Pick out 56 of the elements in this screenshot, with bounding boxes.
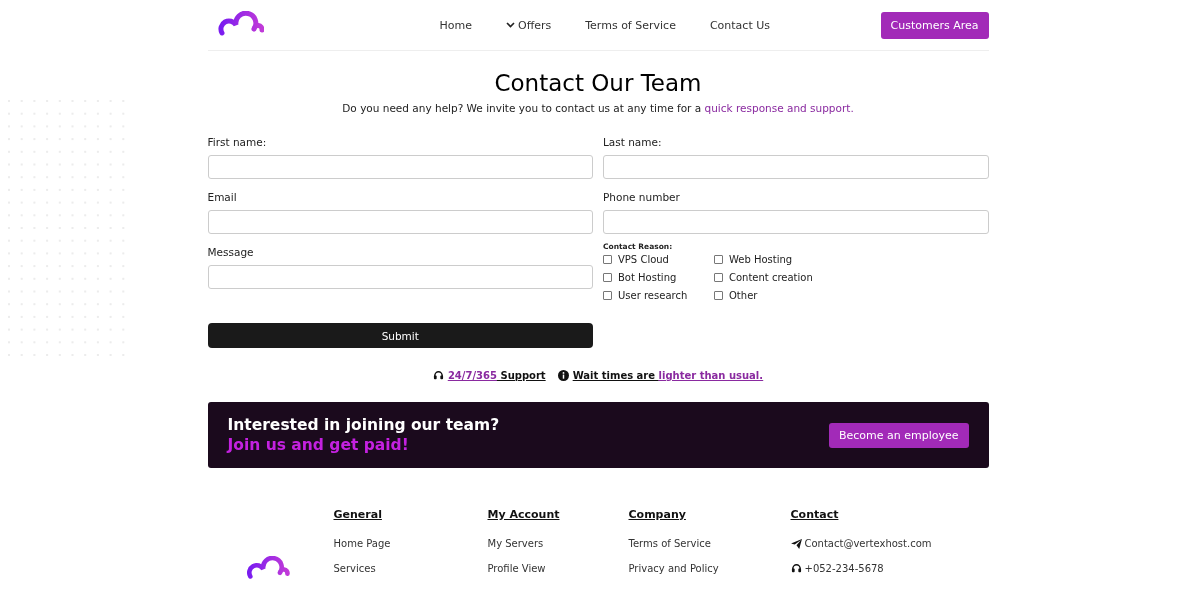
headset-icon [790,563,802,574]
nav-link[interactable]: Home [439,18,472,32]
footer-heading: Company [628,508,687,521]
footer-link[interactable]: +052-234-5678 [804,563,884,574]
input-field[interactable] [603,155,989,179]
support-link[interactable]: quick response and support. [704,102,854,114]
wait-times-note: Wait times are lighter than usual. [572,370,764,381]
checkbox[interactable] [714,273,723,282]
footer-link[interactable]: Profile View [487,563,546,574]
chevron-down-icon [506,22,515,28]
nav-link[interactable]: Terms of Service [585,18,676,32]
footer-link[interactable]: Services [333,563,376,574]
checkbox[interactable] [603,291,612,300]
nav-link[interactable]: Offers [506,18,552,32]
checkbox-label: User research [618,290,688,301]
field-label: Message [207,246,255,258]
checkbox-label: Bot Hosting [618,272,677,283]
field-label: First name: [207,136,268,148]
footer-link[interactable]: Contact@vertexhost.com [804,538,932,549]
paper-plane-icon [790,538,802,549]
field-label: Last name: [603,136,663,148]
page-title: Contact Our Team [493,70,703,96]
submit-button[interactable]: Submit [207,323,593,348]
logo-icon[interactable] [215,11,264,39]
checkbox[interactable] [603,273,612,282]
customers-area-button[interactable]: Customers Area [880,11,989,39]
footer-link[interactable]: Home Page [333,538,391,549]
wait-times-link[interactable]: lighter than usual. [658,370,764,381]
checkbox[interactable] [714,291,723,300]
footer-link[interactable]: Privacy and Policy [628,563,719,574]
field-label: Email [207,191,238,203]
banner-subtitle: Join us and get paid! [227,436,410,454]
footer-heading: General [333,508,383,521]
intro-text: Do you need any help? We invite you to contact us at any time for a quick response and support. [341,102,855,114]
banner-title: Interested in joining our team? [227,416,500,434]
footer-heading: Contact [790,508,840,521]
input-field[interactable] [207,210,593,234]
checkbox-label: Other [729,290,758,301]
nav-link[interactable]: Contact Us [709,18,770,32]
support-hours-link[interactable]: 24/7/365 [447,370,497,381]
input-field[interactable] [603,210,989,234]
become-employee-button[interactable]: Become an employee [828,422,969,448]
info-icon [557,370,569,381]
field-label: Phone number [603,191,681,203]
footer-link[interactable]: My Servers [487,538,544,549]
checkbox[interactable] [603,255,612,264]
support-note: 24/7/365 Support [447,370,546,381]
checkbox-label: Web Hosting [729,254,793,265]
footer-link[interactable]: Terms of Service [628,538,711,549]
input-field[interactable] [207,155,593,179]
footer-heading: My Account [487,508,560,521]
headset-icon [432,370,444,381]
input-field[interactable] [207,265,593,289]
checkbox-label: VPS Cloud [618,254,669,265]
checkbox-label: Content creation [729,272,813,283]
checkbox[interactable] [714,255,723,264]
